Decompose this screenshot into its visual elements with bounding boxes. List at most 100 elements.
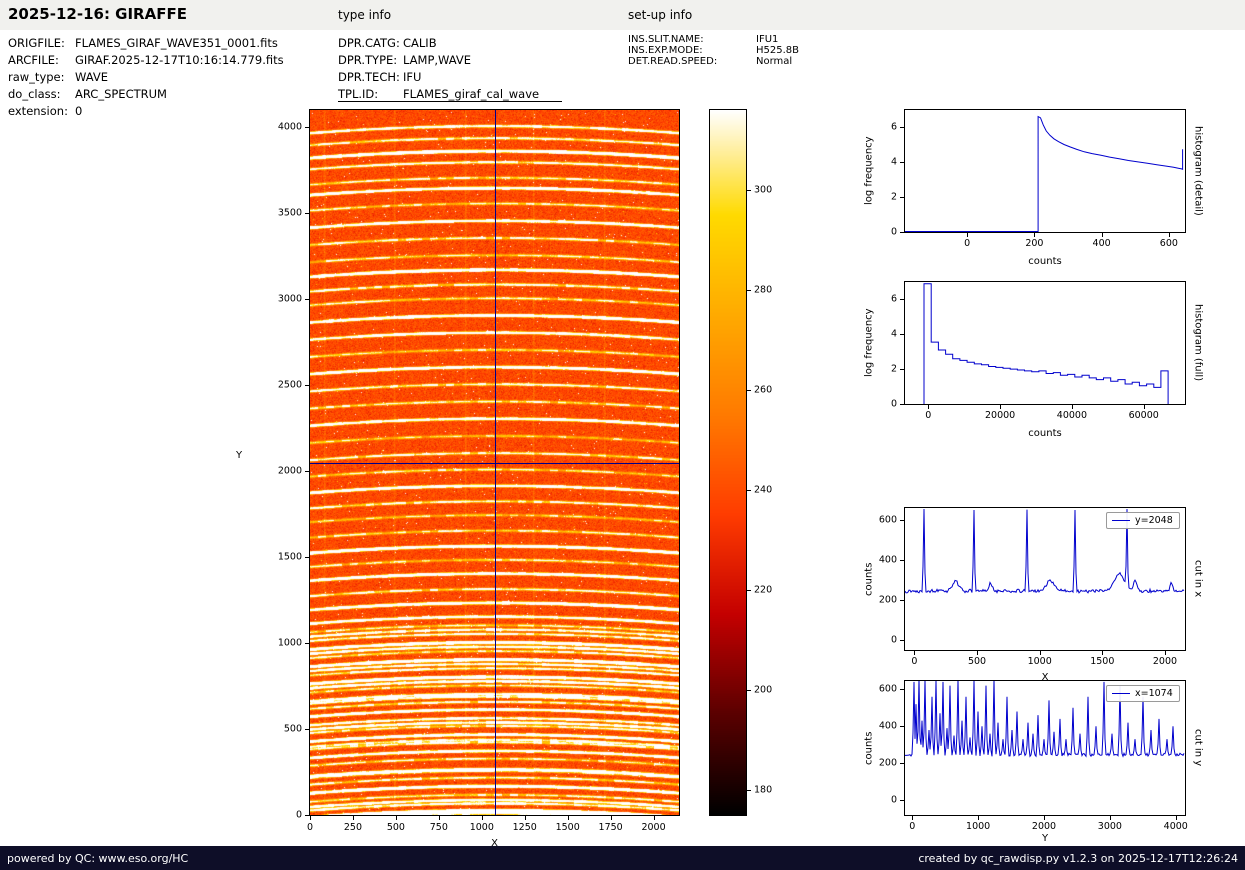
main-y-tick-label: 1500 (277, 551, 302, 563)
svg-hf-x-tick (1071, 405, 1073, 409)
main-y-tick-label: 2000 (277, 465, 302, 477)
main-y-tick-label: 3000 (277, 293, 302, 305)
svg-hf-y-tick-label: 4 (890, 328, 897, 340)
svg-hf-y-tick-label: 6 (890, 293, 897, 305)
svg-cy-x-tick-label: 1000 (966, 821, 991, 832)
main-x-tick-label: 250 (343, 822, 363, 833)
svg-hf-y-tick (900, 404, 904, 405)
colorbar-tick-label: 300 (754, 184, 773, 196)
colorbar-tick-label: 280 (754, 284, 773, 296)
svg-cy-x-tick (1175, 816, 1177, 820)
svg-hf-x-tick (928, 405, 930, 409)
legend-label: y=2048 (1135, 515, 1173, 526)
meta-row-dpr-tech: DPR.TECH: IFU (0, 70, 1245, 84)
histogram-detail-plot (904, 109, 1186, 233)
main-y-tick (305, 126, 309, 128)
cut-in-x-ylabel: counts (863, 562, 875, 596)
svg-cx-x-tick-label: 1000 (1027, 656, 1052, 667)
footer-right: created by qc_rawdisp.py v1.2.3 on 2025-… (918, 851, 1238, 865)
histogram-detail-right-label: histogram (detail) (1192, 126, 1204, 216)
svg-hd-x-tick-label: 200 (1025, 238, 1044, 249)
main-x-tick (567, 816, 569, 820)
legend-line-sample (1112, 520, 1130, 521)
meta-key: INS.EXP.MODE: (628, 45, 703, 56)
colorbar-gradient (710, 110, 746, 815)
svg-hd-series-line (905, 115, 1184, 232)
main-x-tick (481, 816, 483, 820)
svg-cx-x-tick-label: 2000 (1152, 656, 1178, 667)
header-bar: 2025-12-16: GIRAFFE type info set-up inf… (0, 0, 1245, 30)
meta-key: DET.READ.SPEED: (628, 56, 718, 67)
main-y-tick (305, 384, 309, 386)
svg-cy-y-tick (900, 800, 904, 802)
svg-hf-y-tick-label: 0 (890, 398, 897, 410)
svg-hf-x-tick-label: 60000 (1128, 410, 1159, 421)
colorbar-tick (747, 390, 751, 391)
main-y-tick (305, 642, 309, 644)
main-x-tick-label: 1750 (598, 822, 623, 833)
main-x-tick (610, 816, 612, 820)
meta-value: Normal (756, 56, 793, 67)
svg-hd-y-tick (900, 197, 904, 199)
main-y-tick (305, 556, 309, 558)
legend-line-sample (1112, 693, 1130, 694)
colorbar-tick-label: 180 (754, 784, 773, 796)
cut-in-y-legend: x=1074 (1106, 685, 1180, 702)
svg-hf-x-tick-label: 20000 (985, 410, 1016, 421)
svg-cx-x-tick (977, 651, 979, 655)
svg-cx-x-tick (1102, 651, 1104, 655)
colorbar-tick (747, 790, 751, 791)
main-x-tick (395, 816, 397, 820)
svg-hd-y-tick (900, 127, 904, 129)
tpl-id-link[interactable]: FLAMES_giraf_cal_wave (403, 87, 539, 101)
main-x-tick (438, 816, 440, 820)
colorbar (709, 109, 747, 816)
svg-hd-y-tick-label: 0 (890, 226, 897, 238)
svg-hf-y-tick (900, 334, 904, 336)
svg-cy-x-tick-label: 0 (909, 821, 916, 832)
svg-hf-x-tick-label: 40000 (1056, 410, 1088, 421)
histogram-detail-canvas (905, 115, 1184, 232)
colorbar-tick-label: 260 (754, 384, 773, 396)
crosshair-vertical (495, 110, 496, 815)
svg-cx-y-tick (900, 560, 904, 561)
svg-cy-y-tick (900, 763, 904, 765)
svg-cy-x-tick (978, 816, 980, 820)
cut-in-y-xlabel: Y (1041, 833, 1049, 844)
main-y-tick-label: 2500 (277, 379, 302, 391)
cut-in-x-right-label: cut in x (1192, 560, 1204, 598)
colorbar-tick (747, 590, 751, 591)
type-info-heading: type info (338, 8, 392, 22)
cut-in-x-legend: y=2048 (1106, 512, 1180, 529)
svg-cx-y-tick (900, 640, 904, 641)
svg-hf-x-tick-label: 0 (925, 410, 932, 421)
main-y-tick (305, 815, 309, 816)
svg-hf-y-tick-label: 2 (890, 363, 897, 375)
histogram-full-ylabel: log frequency (863, 308, 875, 378)
svg-hf-x-tick (1143, 405, 1145, 409)
svg-cx-y-tick (900, 600, 904, 601)
svg-cy-x-tick (1044, 816, 1045, 820)
meta-value: IFU1 (756, 34, 779, 45)
svg-cx-x-tick (1164, 651, 1166, 655)
colorbar-tick-label: 240 (754, 484, 773, 496)
svg-hd-x-tick (1168, 233, 1170, 237)
svg-cy-x-tick-label: 4000 (1163, 821, 1188, 832)
meta-key: INS.SLIT.NAME: (628, 34, 704, 45)
svg-cx-y-tick-label: 0 (890, 634, 897, 646)
svg-hd-y-tick-label: 2 (890, 191, 897, 203)
svg-cx-x-tick-label: 500 (967, 656, 987, 667)
setup-info-heading: set-up info (628, 8, 693, 22)
svg-cx-y-tick (900, 520, 904, 521)
svg-hd-y-tick (900, 162, 904, 164)
svg-cy-y-tick (900, 689, 904, 691)
svg-cy-y-tick-label: 400 (878, 720, 897, 732)
colorbar-tick (747, 490, 751, 491)
main-y-tick-label: 0 (295, 809, 302, 821)
main-x-tick-label: 500 (386, 822, 405, 833)
main-x-tick (352, 816, 354, 820)
histogram-full-right-label: histogram (full) (1192, 304, 1204, 382)
colorbar-tick (747, 290, 751, 291)
svg-cx-y-tick-label: 400 (878, 554, 897, 566)
main-x-tick-label: 750 (429, 822, 448, 833)
